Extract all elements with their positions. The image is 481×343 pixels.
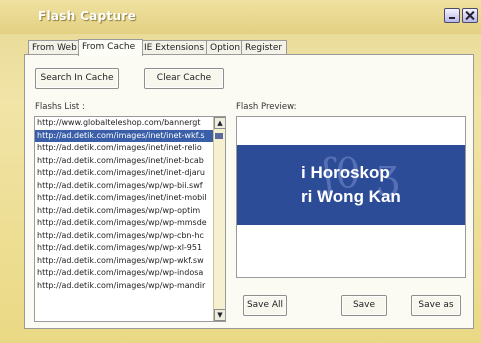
save-all-button[interactable]: Save All bbox=[243, 295, 287, 316]
tab-register[interactable]: Register bbox=[241, 40, 287, 55]
list-item[interactable]: http://ad.detik.com/images/wp/wp-mmsde bbox=[35, 217, 215, 230]
flashs-list-rows: http://www.globalteleshop.com/bannergt ht… bbox=[35, 117, 225, 292]
list-item[interactable]: http://ad.detik.com/images/wp/wp-xl-951 bbox=[35, 242, 215, 255]
flashs-list-label: Flashs List : bbox=[35, 102, 85, 112]
scroll-thumb[interactable] bbox=[215, 133, 223, 139]
search-in-cache-button[interactable]: Search In Cache bbox=[35, 68, 119, 89]
list-item[interactable]: http://ad.detik.com/images/inet/inet-rel… bbox=[35, 142, 215, 155]
title-bar[interactable]: Flash Capture bbox=[0, 0, 481, 34]
flash-preview: ʃθ ʒ i Horoskop ri Wong Kan bbox=[236, 116, 466, 278]
flash-preview-label: Flash Preview: bbox=[236, 102, 297, 112]
app-window: Flash Capture From Web From Cache IE Ext… bbox=[0, 0, 481, 343]
list-item[interactable]: http://ad.detik.com/images/inet/inet-mob… bbox=[35, 192, 215, 205]
list-scrollbar[interactable]: ▲ ▼ bbox=[213, 117, 225, 321]
tab-from-web[interactable]: From Web bbox=[28, 40, 79, 55]
list-item[interactable]: http://ad.detik.com/images/wp/wp-optim bbox=[35, 205, 215, 218]
list-item[interactable]: http://ad.detik.com/images/inet/inet-bca… bbox=[35, 155, 215, 168]
clear-cache-button[interactable]: Clear Cache bbox=[144, 68, 224, 89]
list-item[interactable]: http://ad.detik.com/images/wp/wp-indosa bbox=[35, 267, 215, 280]
tab-option[interactable]: Option bbox=[206, 40, 245, 55]
scroll-up-icon[interactable]: ▲ bbox=[214, 117, 225, 129]
list-item[interactable]: http://ad.detik.com/images/wp/wp-wkf.sw bbox=[35, 255, 215, 268]
minimize-icon[interactable] bbox=[444, 8, 460, 23]
list-item[interactable]: http://ad.detik.com/images/wp/wp-mandir bbox=[35, 280, 215, 293]
save-as-button[interactable]: Save as bbox=[411, 295, 461, 316]
banner-text-line2: ri Wong Kan bbox=[301, 187, 401, 206]
window-title: Flash Capture bbox=[38, 9, 137, 23]
save-button[interactable]: Save bbox=[341, 295, 387, 316]
preview-banner: ʃθ ʒ i Horoskop ri Wong Kan bbox=[237, 145, 465, 225]
tab-ie-extensions[interactable]: IE Extensions bbox=[140, 40, 208, 55]
close-icon[interactable] bbox=[462, 8, 478, 23]
list-item[interactable]: http://ad.detik.com/images/inet/inet-dja… bbox=[35, 167, 215, 180]
flashs-list[interactable]: http://www.globalteleshop.com/bannergt ht… bbox=[34, 116, 226, 322]
list-item[interactable]: http://ad.detik.com/images/inet/inet-wkf… bbox=[35, 129, 215, 142]
list-item[interactable]: http://ad.detik.com/images/wp/wp-cbn-hc bbox=[35, 230, 215, 243]
banner-text-line1: i Horoskop bbox=[301, 163, 390, 182]
scroll-down-icon[interactable]: ▼ bbox=[214, 309, 225, 321]
cache-panel: Search In Cache Clear Cache Flashs List … bbox=[24, 54, 474, 329]
list-item[interactable]: http://ad.detik.com/images/wp/wp-bii.swf bbox=[35, 180, 215, 193]
list-item[interactable]: http://www.globalteleshop.com/bannergt bbox=[35, 117, 215, 130]
tab-from-cache[interactable]: From Cache bbox=[78, 39, 143, 56]
